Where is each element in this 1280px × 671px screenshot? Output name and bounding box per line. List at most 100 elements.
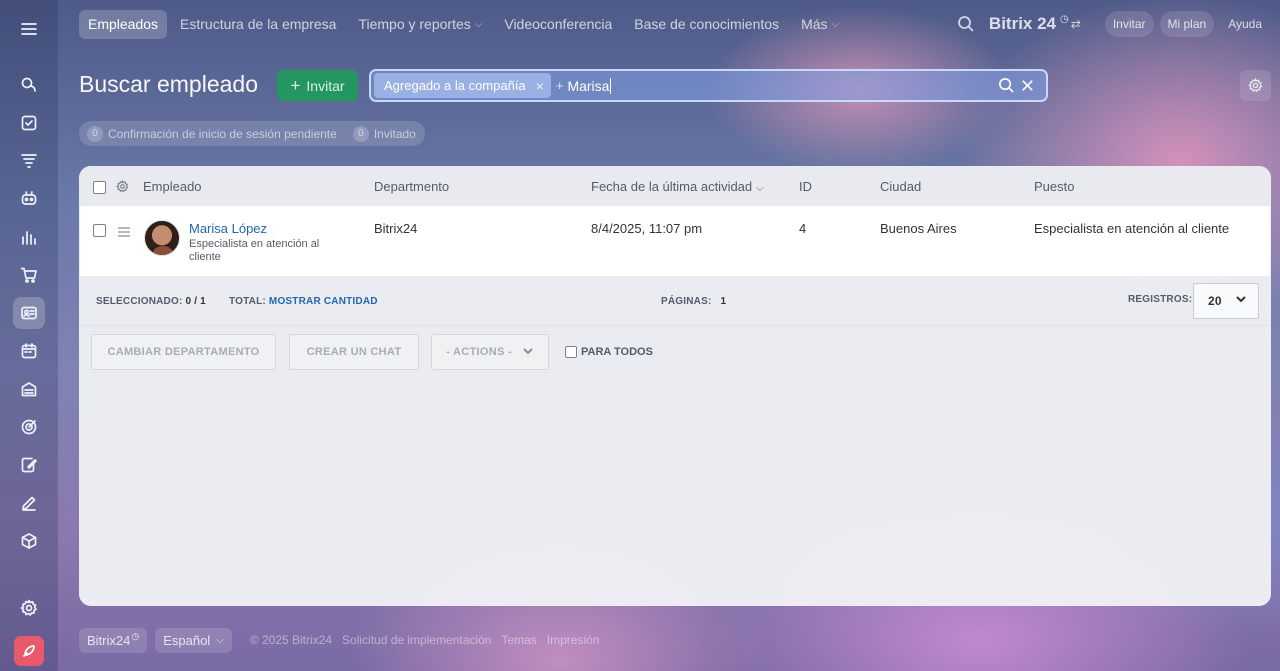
tab-company-structure[interactable]: Estructura de la empresa: [171, 10, 345, 39]
records-label: REGISTROS:: [1128, 294, 1193, 305]
create-chat-button[interactable]: CREAR UN CHAT: [289, 334, 419, 370]
chevron-down-icon: ⌵: [474, 18, 483, 30]
goals-icon[interactable]: [13, 411, 45, 443]
column-department[interactable]: Departmento: [374, 179, 449, 194]
feed-icon[interactable]: [13, 145, 45, 177]
search-icon[interactable]: [957, 15, 975, 33]
pages-label: PÁGINAS:: [661, 296, 712, 307]
selected-label: SELECCIONADO:: [96, 296, 183, 307]
cell-position: Especialista en atención al cliente: [1034, 221, 1230, 236]
counter-badge: 0: [352, 125, 369, 142]
counters-bar: 0 Confirmación de inicio de sesión pendi…: [79, 121, 425, 146]
footer-brand-button[interactable]: Bitrix24 ◷: [79, 627, 148, 653]
page-footer: Bitrix24 ◷ Español ⌵ © 2025 Bitrix24 Solic…: [79, 627, 599, 653]
invite-top-button[interactable]: Invitar: [1104, 11, 1154, 37]
help-button[interactable]: Ayuda: [1220, 11, 1270, 37]
pages-counter: PÁGINAS: 1: [661, 296, 726, 307]
total-counter: TOTAL: MOSTRAR CANTIDAD: [229, 296, 378, 307]
tab-time-reports[interactable]: Tiempo y reportes ⌵: [349, 10, 491, 39]
selected-counter: SELECCIONADO: 0 / 1: [96, 296, 206, 307]
search-input[interactable]: Marisa: [567, 77, 612, 94]
row-menu-icon[interactable]: [117, 224, 131, 242]
column-employee[interactable]: Empleado: [143, 179, 202, 194]
employees-icon[interactable]: [13, 297, 45, 329]
inventory-icon[interactable]: [13, 373, 45, 405]
for-all-toggle[interactable]: PARA TODOS: [565, 346, 653, 358]
table-row[interactable]: Marisa López Especialista en atención al…: [80, 206, 1270, 276]
sign-icon[interactable]: [13, 449, 45, 481]
rocket-icon[interactable]: [14, 636, 44, 666]
tab-label: Estructura de la empresa: [180, 16, 337, 32]
counter-invited[interactable]: 0 Invitado: [352, 125, 416, 142]
actions-select[interactable]: - ACTIONS -: [431, 334, 549, 370]
change-department-button[interactable]: CAMBIAR DEPARTAMENTO: [91, 334, 276, 370]
grid-footer: SELECCIONADO: 0 / 1 TOTAL: MOSTRAR CANTI…: [79, 276, 1271, 326]
counter-pending-login[interactable]: 0 Confirmación de inicio de sesión pendi…: [87, 125, 337, 142]
tab-knowledge-base[interactable]: Base de conocimientos: [625, 10, 788, 39]
employee-subtitle: Especialista en atención al cliente: [189, 238, 320, 263]
show-count-link[interactable]: MOSTRAR CANTIDAD: [269, 296, 378, 307]
row-checkbox[interactable]: [93, 224, 106, 237]
edit-icon[interactable]: [13, 487, 45, 519]
column-city[interactable]: Ciudad: [880, 179, 921, 194]
tab-label: Videoconferencia: [504, 16, 613, 32]
language-select[interactable]: Español ⌵: [155, 627, 232, 653]
footer-brand: Bitrix24: [87, 632, 131, 648]
total-label: TOTAL:: [229, 296, 266, 307]
avatar[interactable]: [144, 220, 180, 256]
column-id[interactable]: ID: [799, 179, 812, 194]
chevron-down-icon: ⌵: [831, 18, 840, 30]
top-right-area: Bitrix 24 ◷ ⇄ Invitar Mi plan Ayuda: [957, 9, 1270, 39]
column-last-activity[interactable]: Fecha de la última actividad ⌵: [591, 179, 764, 194]
filter-chip[interactable]: Agregado a la compañía ×: [374, 73, 551, 98]
add-filter-plus[interactable]: +: [556, 78, 564, 93]
analytics-icon[interactable]: [13, 221, 45, 253]
tab-employees[interactable]: Empleados: [79, 9, 168, 39]
shop-icon[interactable]: [13, 259, 45, 291]
implementation-link[interactable]: Solicitud de implementación: [342, 633, 491, 647]
tab-label: Empleados: [88, 16, 159, 32]
messenger-icon[interactable]: [13, 69, 45, 101]
filter-chip-label: Agregado a la compañía: [384, 78, 526, 93]
menu-icon[interactable]: [13, 13, 45, 45]
tab-videoconference[interactable]: Videoconferencia: [495, 10, 621, 39]
for-all-label: PARA TODOS: [581, 346, 653, 358]
selected-value: 0 / 1: [185, 296, 206, 307]
tab-more[interactable]: Más ⌵: [792, 10, 848, 39]
top-navigation: Empleados Estructura de la empresa Tiemp…: [79, 9, 852, 39]
close-icon[interactable]: ×: [536, 78, 544, 94]
pages-value[interactable]: 1: [720, 296, 726, 307]
invite-button[interactable]: + Invitar: [277, 70, 358, 101]
chevron-down-icon: ⌵: [756, 183, 764, 194]
crm-icon[interactable]: [13, 183, 45, 215]
counter-label: Invitado: [373, 126, 416, 141]
search-filter-box[interactable]: Agregado a la compañía × + Marisa: [369, 69, 1048, 102]
calendar-icon[interactable]: [13, 335, 45, 367]
page-settings-button[interactable]: [1240, 70, 1271, 101]
print-link[interactable]: Impresión: [547, 633, 600, 647]
sliders-icon[interactable]: ⇄: [1071, 17, 1081, 31]
bitrix-logo[interactable]: Bitrix 24: [989, 14, 1056, 34]
column-label: Fecha de la última actividad: [591, 179, 753, 194]
column-position[interactable]: Puesto: [1034, 179, 1074, 194]
chevron-down-icon: [1235, 293, 1247, 308]
clock-icon: ◷: [1060, 13, 1069, 25]
select-all-checkbox[interactable]: [93, 181, 106, 194]
records-per-page-select[interactable]: 20: [1193, 283, 1259, 319]
copyright: © 2025 Bitrix24: [249, 633, 333, 647]
clock-icon: ◷: [131, 630, 140, 641]
gear-icon: [1248, 78, 1263, 93]
box-icon[interactable]: [13, 525, 45, 557]
my-plan-button[interactable]: Mi plan: [1159, 11, 1215, 37]
chevron-down-icon: ⌵: [216, 634, 224, 646]
search-icon[interactable]: [998, 77, 1015, 94]
clear-icon[interactable]: [1019, 77, 1036, 94]
actions-select-label: - ACTIONS -: [446, 346, 512, 358]
invite-label: Invitar: [306, 77, 345, 94]
settings-icon[interactable]: [13, 592, 45, 624]
employee-name-link[interactable]: Marisa López: [189, 221, 267, 236]
themes-link[interactable]: Temas: [501, 633, 536, 647]
for-all-checkbox[interactable]: [565, 346, 577, 358]
tasks-icon[interactable]: [13, 107, 45, 139]
columns-settings-icon[interactable]: [116, 179, 129, 198]
